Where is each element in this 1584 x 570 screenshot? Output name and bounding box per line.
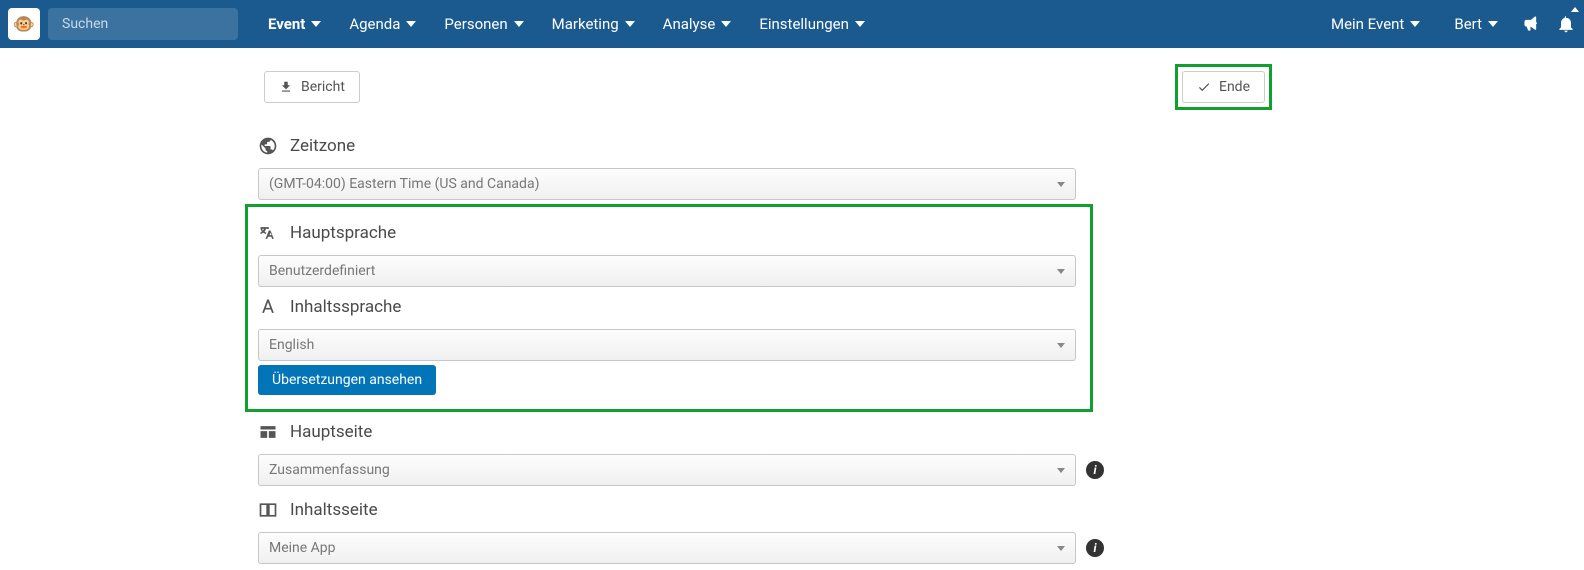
nav-user[interactable]: Bert [1444, 15, 1508, 33]
button-label: Ende [1219, 79, 1250, 95]
app-logo[interactable]: 🐵 [8, 8, 40, 40]
content-page-section: Inhaltsseite Meine App i [248, 490, 1288, 568]
chevron-down-icon [625, 21, 635, 27]
section-title: Inhaltsseite [290, 500, 378, 520]
nav-label: Agenda [349, 15, 400, 33]
chevron-down-icon [1057, 269, 1065, 274]
content-language-select[interactable]: English [258, 329, 1076, 361]
nav-marketing[interactable]: Marketing [538, 0, 649, 48]
nav-label: Einstellungen [759, 15, 849, 33]
info-icon[interactable]: i [1086, 461, 1104, 479]
chevron-down-icon [406, 21, 416, 27]
columns-icon [258, 500, 278, 520]
chevron-down-icon [514, 21, 524, 27]
timezone-select[interactable]: (GMT-04:00) Eastern Time (US and Canada) [258, 168, 1076, 200]
select-value: (GMT-04:00) Eastern Time (US and Canada) [269, 176, 539, 192]
chevron-down-icon [311, 21, 321, 27]
top-navbar: 🐵 Event Agenda Personen Marketing Analys… [0, 0, 1584, 48]
nav-einstellungen[interactable]: Einstellungen [745, 0, 879, 48]
nav-agenda[interactable]: Agenda [335, 0, 430, 48]
section-header: Inhaltsseite [258, 500, 1278, 520]
right-nav: Mein Event Bert [1321, 14, 1576, 34]
settings-panel: Bericht Ende Zeitzone (GMT-04:00) Easter… [248, 52, 1288, 568]
content-language-section: Inhaltssprache English Übersetzungen ans… [258, 291, 1080, 399]
nav-personen[interactable]: Personen [430, 0, 537, 48]
section-title: Zeitzone [290, 136, 355, 156]
section-header: Inhaltssprache [258, 297, 1080, 317]
nav-analyse[interactable]: Analyse [649, 0, 746, 48]
translate-icon [258, 223, 278, 243]
section-header: Hauptseite [258, 422, 1278, 442]
language-highlight-box: Hauptsprache Benutzerdefiniert Inhaltssp… [245, 204, 1093, 412]
main-page-select[interactable]: Zusammenfassung [258, 454, 1076, 486]
nav-label: Mein Event [1331, 15, 1404, 33]
chevron-down-icon [1488, 21, 1498, 27]
scroll-up-indicator[interactable] [1566, 0, 1584, 18]
megaphone-icon[interactable] [1522, 14, 1542, 34]
section-title: Hauptsprache [290, 223, 396, 243]
select-value: Benutzerdefiniert [269, 263, 375, 279]
check-icon [1197, 80, 1211, 94]
info-icon[interactable]: i [1086, 539, 1104, 557]
chevron-down-icon [1410, 21, 1420, 27]
timezone-section: Zeitzone (GMT-04:00) Eastern Time (US an… [248, 126, 1288, 204]
font-icon [258, 297, 278, 317]
search-input[interactable] [62, 16, 240, 32]
chevron-down-icon [855, 21, 865, 27]
chevron-down-icon [721, 21, 731, 27]
search-wrapper[interactable] [48, 8, 238, 40]
section-title: Inhaltssprache [290, 297, 401, 317]
content-page-select[interactable]: Meine App [258, 532, 1076, 564]
chevron-down-icon [1057, 182, 1065, 187]
button-label: Bericht [301, 79, 345, 95]
finish-button-highlight: Ende [1175, 64, 1272, 110]
nav-my-event[interactable]: Mein Event [1321, 15, 1430, 33]
chevron-down-icon [1057, 468, 1065, 473]
finish-button[interactable]: Ende [1182, 71, 1265, 103]
select-value: English [269, 337, 314, 353]
nav-label: Personen [444, 15, 507, 33]
main-page-section: Hauptseite Zusammenfassung i [248, 412, 1288, 490]
select-row: Zusammenfassung i [258, 454, 1278, 486]
section-header: Hauptsprache [258, 223, 1080, 243]
nav-event[interactable]: Event [254, 0, 335, 48]
globe-icon [258, 136, 278, 156]
main-language-select[interactable]: Benutzerdefiniert [258, 255, 1076, 287]
nav-label: Marketing [552, 15, 619, 33]
content-area: Bericht Ende Zeitzone (GMT-04:00) Easter… [0, 48, 1584, 568]
chevron-down-icon [1057, 343, 1065, 348]
grid-icon [258, 422, 278, 442]
section-title: Hauptseite [290, 422, 372, 442]
report-button[interactable]: Bericht [264, 71, 360, 103]
main-nav: Event Agenda Personen Marketing Analyse … [254, 0, 1321, 48]
action-row: Bericht Ende [248, 52, 1288, 126]
main-language-section: Hauptsprache Benutzerdefiniert [258, 217, 1080, 291]
download-icon [279, 80, 293, 94]
nav-label: Analyse [663, 15, 716, 33]
view-translations-button[interactable]: Übersetzungen ansehen [258, 365, 436, 395]
select-row: Meine App i [258, 532, 1278, 564]
select-value: Meine App [269, 540, 336, 556]
nav-label: Event [268, 15, 305, 33]
select-value: Zusammenfassung [269, 462, 390, 478]
nav-label: Bert [1454, 15, 1482, 33]
chevron-down-icon [1057, 546, 1065, 551]
section-header: Zeitzone [258, 136, 1278, 156]
